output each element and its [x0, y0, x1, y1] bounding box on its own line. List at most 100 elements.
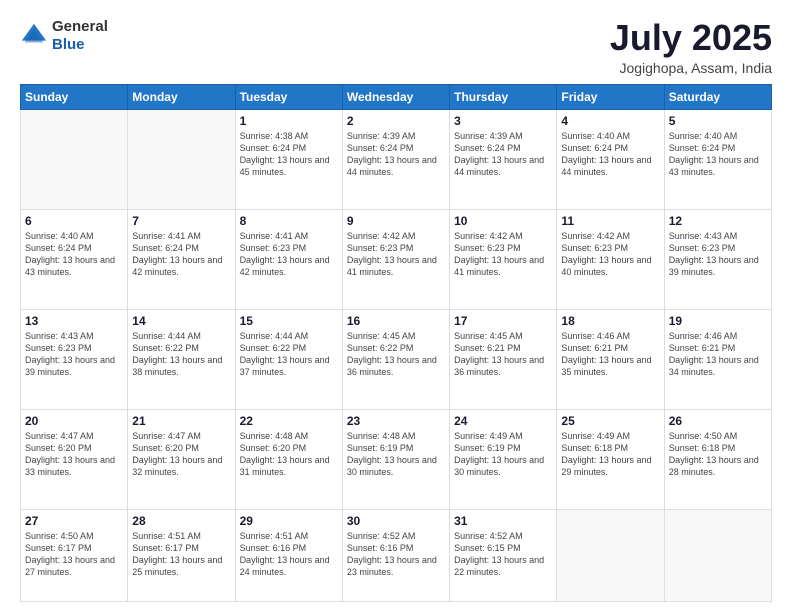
cell-info: Sunrise: 4:50 AMSunset: 6:17 PMDaylight:…	[25, 530, 123, 579]
day-number: 6	[25, 214, 123, 228]
day-number: 21	[132, 414, 230, 428]
day-number: 23	[347, 414, 445, 428]
cell-info: Sunrise: 4:49 AMSunset: 6:19 PMDaylight:…	[454, 430, 552, 479]
calendar-cell: 12 Sunrise: 4:43 AMSunset: 6:23 PMDayligh…	[664, 209, 771, 309]
day-number: 9	[347, 214, 445, 228]
calendar-cell: 6Sunrise: 4:40 AMSunset: 6:24 PMDaylight…	[21, 209, 128, 309]
logo: General Blue	[20, 18, 108, 54]
weekday-header-row: SundayMondayTuesdayWednesdayThursdayFrid…	[21, 84, 772, 109]
weekday-header: Friday	[557, 84, 664, 109]
weekday-header: Saturday	[664, 84, 771, 109]
cell-info: Sunrise: 4:40 AMSunset: 6:24 PMDaylight:…	[561, 130, 659, 179]
title-block: July 2025 Jogighopa, Assam, India	[610, 18, 772, 76]
location: Jogighopa, Assam, India	[610, 60, 772, 76]
cell-info: Sunrise: 4:39 AMSunset: 6:24 PMDaylight:…	[347, 130, 445, 179]
day-number: 7	[132, 214, 230, 228]
calendar-cell: 16Sunrise: 4:45 AMSunset: 6:22 PMDayligh…	[342, 309, 449, 409]
day-number: 20	[25, 414, 123, 428]
calendar-cell: 20 Sunrise: 4:47 AMSunset: 6:20 PMDayligh…	[21, 409, 128, 509]
cell-info: Sunrise: 4:43 AMSunset: 6:23 PMDaylight:…	[25, 330, 123, 379]
calendar-cell: 29Sunrise: 4:51 AMSunset: 6:16 PMDayligh…	[235, 509, 342, 601]
calendar-week-row: 20 Sunrise: 4:47 AMSunset: 6:20 PMDayligh…	[21, 409, 772, 509]
cell-info: Sunrise: 4:41 AMSunset: 6:24 PMDaylight:…	[132, 230, 230, 279]
cell-info: Sunrise: 4:47 AMSunset: 6:20 PMDaylight:…	[25, 430, 123, 479]
calendar-cell: 15Sunrise: 4:44 AMSunset: 6:22 PMDayligh…	[235, 309, 342, 409]
day-number: 8	[240, 214, 338, 228]
calendar-cell	[21, 109, 128, 209]
day-number: 29	[240, 514, 338, 528]
cell-info: Sunrise: 4:39 AMSunset: 6:24 PMDaylight:…	[454, 130, 552, 179]
calendar-cell	[557, 509, 664, 601]
calendar-cell: 11 Sunrise: 4:42 AMSunset: 6:23 PMDayligh…	[557, 209, 664, 309]
calendar-cell: 30 Sunrise: 4:52 AMSunset: 6:16 PMDayligh…	[342, 509, 449, 601]
day-number: 31	[454, 514, 552, 528]
cell-info: Sunrise: 4:41 AMSunset: 6:23 PMDaylight:…	[240, 230, 338, 279]
day-number: 3	[454, 114, 552, 128]
day-number: 13	[25, 314, 123, 328]
cell-info: Sunrise: 4:45 AMSunset: 6:21 PMDaylight:…	[454, 330, 552, 379]
calendar-week-row: 27 Sunrise: 4:50 AMSunset: 6:17 PMDayligh…	[21, 509, 772, 601]
cell-info: Sunrise: 4:50 AMSunset: 6:18 PMDaylight:…	[669, 430, 767, 479]
day-number: 11	[561, 214, 659, 228]
day-number: 25	[561, 414, 659, 428]
day-number: 27	[25, 514, 123, 528]
header: General Blue July 2025 Jogighopa, Assam,…	[20, 18, 772, 76]
cell-info: Sunrise: 4:49 AMSunset: 6:18 PMDaylight:…	[561, 430, 659, 479]
cell-info: Sunrise: 4:48 AMSunset: 6:19 PMDaylight:…	[347, 430, 445, 479]
day-number: 15	[240, 314, 338, 328]
calendar-cell: 8 Sunrise: 4:41 AMSunset: 6:23 PMDaylight…	[235, 209, 342, 309]
calendar-cell: 24 Sunrise: 4:49 AMSunset: 6:19 PMDayligh…	[450, 409, 557, 509]
cell-info: Sunrise: 4:40 AMSunset: 6:24 PMDaylight:…	[669, 130, 767, 179]
day-number: 12	[669, 214, 767, 228]
cell-info: Sunrise: 4:48 AMSunset: 6:20 PMDaylight:…	[240, 430, 338, 479]
calendar-cell: 19 Sunrise: 4:46 AMSunset: 6:21 PMDayligh…	[664, 309, 771, 409]
cell-info: Sunrise: 4:52 AMSunset: 6:16 PMDaylight:…	[347, 530, 445, 579]
calendar-cell: 5 Sunrise: 4:40 AMSunset: 6:24 PMDaylight…	[664, 109, 771, 209]
calendar-cell: 14 Sunrise: 4:44 AMSunset: 6:22 PMDayligh…	[128, 309, 235, 409]
day-number: 19	[669, 314, 767, 328]
calendar-cell: 26Sunrise: 4:50 AMSunset: 6:18 PMDayligh…	[664, 409, 771, 509]
calendar-cell: 1 Sunrise: 4:38 AMSunset: 6:24 PMDaylight…	[235, 109, 342, 209]
logo-blue: Blue	[52, 36, 85, 53]
day-number: 1	[240, 114, 338, 128]
cell-info: Sunrise: 4:51 AMSunset: 6:17 PMDaylight:…	[132, 530, 230, 579]
day-number: 18	[561, 314, 659, 328]
calendar-table: SundayMondayTuesdayWednesdayThursdayFrid…	[20, 84, 772, 602]
calendar-cell: 4Sunrise: 4:40 AMSunset: 6:24 PMDaylight…	[557, 109, 664, 209]
day-number: 24	[454, 414, 552, 428]
calendar-cell: 17 Sunrise: 4:45 AMSunset: 6:21 PMDayligh…	[450, 309, 557, 409]
calendar-cell: 31Sunrise: 4:52 AMSunset: 6:15 PMDayligh…	[450, 509, 557, 601]
cell-info: Sunrise: 4:42 AMSunset: 6:23 PMDaylight:…	[561, 230, 659, 279]
cell-info: Sunrise: 4:38 AMSunset: 6:24 PMDaylight:…	[240, 130, 338, 179]
day-number: 30	[347, 514, 445, 528]
weekday-header: Sunday	[21, 84, 128, 109]
calendar-cell: 2 Sunrise: 4:39 AMSunset: 6:24 PMDaylight…	[342, 109, 449, 209]
day-number: 14	[132, 314, 230, 328]
calendar-cell: 21Sunrise: 4:47 AMSunset: 6:20 PMDayligh…	[128, 409, 235, 509]
calendar-cell: 18 Sunrise: 4:46 AMSunset: 6:21 PMDayligh…	[557, 309, 664, 409]
logo-icon	[20, 22, 48, 50]
calendar-cell	[128, 109, 235, 209]
calendar-week-row: 13 Sunrise: 4:43 AMSunset: 6:23 PMDayligh…	[21, 309, 772, 409]
cell-info: Sunrise: 4:46 AMSunset: 6:21 PMDaylight:…	[669, 330, 767, 379]
day-number: 17	[454, 314, 552, 328]
calendar-cell: 10Sunrise: 4:42 AMSunset: 6:23 PMDayligh…	[450, 209, 557, 309]
calendar-cell: 28 Sunrise: 4:51 AMSunset: 6:17 PMDayligh…	[128, 509, 235, 601]
day-number: 10	[454, 214, 552, 228]
logo-general: General	[52, 18, 108, 35]
page: General Blue July 2025 Jogighopa, Assam,…	[0, 0, 792, 612]
cell-info: Sunrise: 4:42 AMSunset: 6:23 PMDaylight:…	[347, 230, 445, 279]
cell-info: Sunrise: 4:44 AMSunset: 6:22 PMDaylight:…	[132, 330, 230, 379]
day-number: 28	[132, 514, 230, 528]
calendar-cell: 27 Sunrise: 4:50 AMSunset: 6:17 PMDayligh…	[21, 509, 128, 601]
weekday-header: Monday	[128, 84, 235, 109]
calendar-week-row: 6Sunrise: 4:40 AMSunset: 6:24 PMDaylight…	[21, 209, 772, 309]
calendar-cell: 22Sunrise: 4:48 AMSunset: 6:20 PMDayligh…	[235, 409, 342, 509]
calendar-cell: 23 Sunrise: 4:48 AMSunset: 6:19 PMDayligh…	[342, 409, 449, 509]
day-number: 2	[347, 114, 445, 128]
cell-info: Sunrise: 4:43 AMSunset: 6:23 PMDaylight:…	[669, 230, 767, 279]
cell-info: Sunrise: 4:46 AMSunset: 6:21 PMDaylight:…	[561, 330, 659, 379]
day-number: 5	[669, 114, 767, 128]
weekday-header: Thursday	[450, 84, 557, 109]
month-title: July 2025	[610, 18, 772, 58]
